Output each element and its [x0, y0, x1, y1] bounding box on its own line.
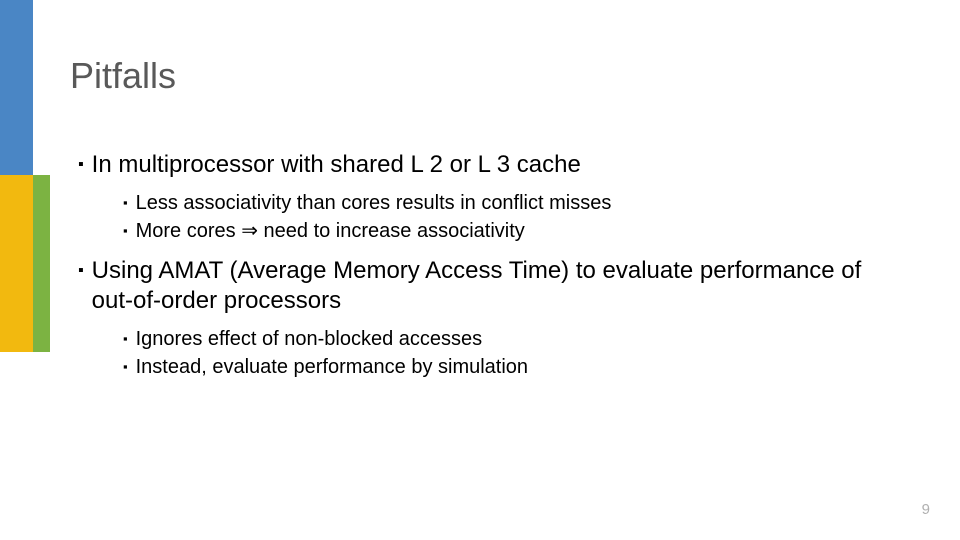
implies-icon: ⇒ — [241, 220, 258, 242]
text-prefix: More cores — [136, 220, 242, 242]
list-item: ▪ More cores ⇒ need to increase associat… — [123, 218, 908, 244]
bullet-icon: ▪ — [123, 218, 128, 244]
list-item-text: Ignores effect of non-blocked accesses — [136, 326, 483, 352]
list-item-text: Less associativity than cores results in… — [136, 190, 612, 216]
list-item-text: Instead, evaluate performance by simulat… — [136, 354, 528, 380]
sublist: ▪ Ignores effect of non-blocked accesses… — [123, 326, 908, 380]
bullet-icon: ▪ — [123, 354, 128, 380]
slide-content: ▪ In multiprocessor with shared L 2 or L… — [78, 140, 908, 392]
slide: Pitfalls ▪ In multiprocessor with shared… — [0, 0, 960, 540]
list-item: ▪ In multiprocessor with shared L 2 or L… — [78, 150, 908, 180]
list-item: ▪ Ignores effect of non-blocked accesses — [123, 326, 908, 352]
list-item: ▪ Instead, evaluate performance by simul… — [123, 354, 908, 380]
page-number: 9 — [922, 501, 930, 518]
bullet-icon: ▪ — [78, 150, 84, 180]
list-item: ▪ Using AMAT (Average Memory Access Time… — [78, 256, 908, 316]
list-item: ▪ Less associativity than cores results … — [123, 190, 908, 216]
decor-yellow-bar — [0, 175, 33, 352]
list-item-text: More cores ⇒ need to increase associativ… — [136, 218, 525, 244]
bullet-icon: ▪ — [123, 326, 128, 352]
text-suffix: need to increase associativity — [258, 220, 525, 242]
list-item-text: In multiprocessor with shared L 2 or L 3… — [92, 150, 581, 180]
bullet-icon: ▪ — [78, 256, 84, 286]
sublist: ▪ Less associativity than cores results … — [123, 190, 908, 244]
list-item-text: Using AMAT (Average Memory Access Time) … — [92, 256, 908, 316]
bullet-icon: ▪ — [123, 190, 128, 216]
slide-title: Pitfalls — [70, 55, 176, 97]
